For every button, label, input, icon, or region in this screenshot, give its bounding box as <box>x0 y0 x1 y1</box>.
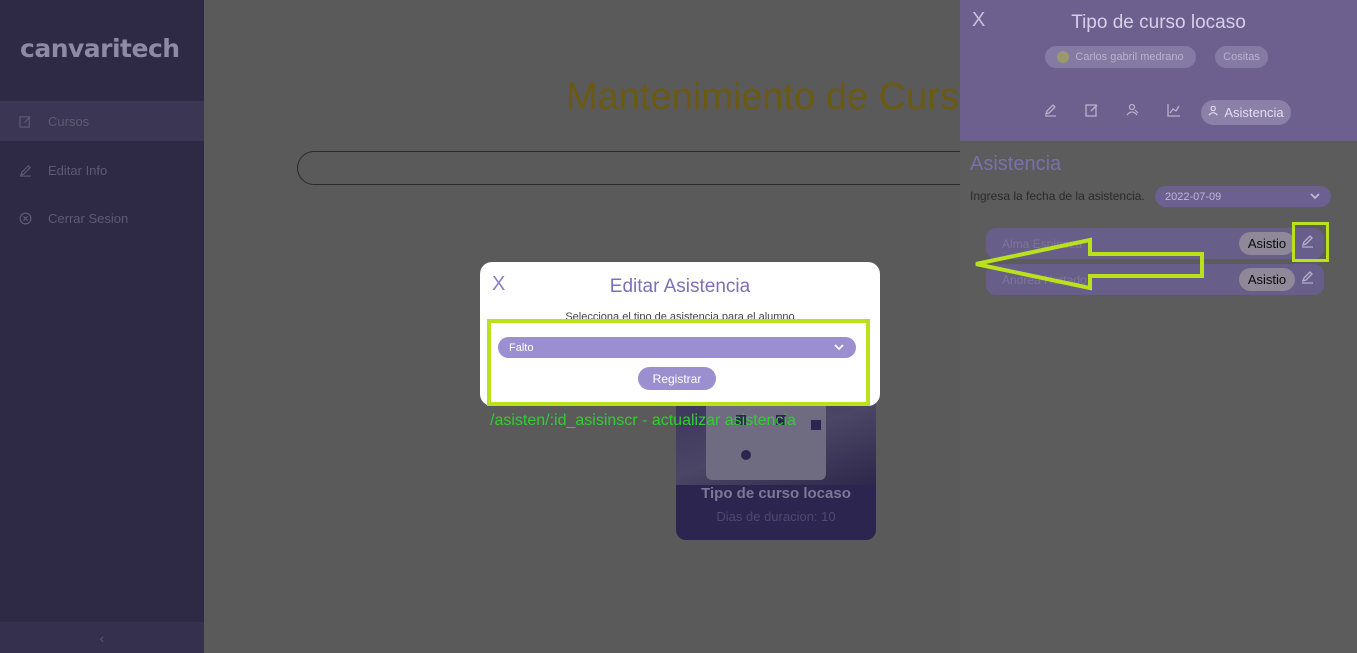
search-input[interactable] <box>297 151 1017 185</box>
pencil-icon <box>18 163 32 177</box>
chart-icon <box>1167 103 1181 122</box>
panel-title: Tipo de curso locaso <box>1071 12 1246 33</box>
sidebar-item-label: Cerrar Sesion <box>48 210 129 226</box>
chevron-down-icon <box>1309 190 1321 205</box>
sidebar-item-label: Cursos <box>48 113 90 129</box>
sidebar-item-cerrar-sesion[interactable]: Cerrar Sesion <box>0 198 204 238</box>
date-label: Ingresa la fecha de la asistencia. <box>970 189 1145 203</box>
pencil-icon <box>1044 103 1058 122</box>
course-duration: Dias de duracion: 10 <box>716 509 836 524</box>
pencil-icon <box>1301 270 1315 289</box>
users-icon <box>1126 103 1140 122</box>
tab-students[interactable] <box>1124 103 1142 121</box>
edit-icon <box>18 114 32 128</box>
highlight-box-edit-button <box>1292 222 1329 262</box>
attendance-status: Asistio <box>1239 232 1295 255</box>
edit-icon <box>1085 103 1099 122</box>
sidebar: canvaritech Cursos Editar Info Cerrar Se… <box>0 0 204 653</box>
panel-header: X Tipo de curso locaso Carlos gabril med… <box>960 0 1357 141</box>
close-circle-icon <box>18 211 32 225</box>
section-title: Asistencia <box>970 153 1062 175</box>
course-title: Tipo de curso locaso <box>701 485 851 502</box>
tab-stats[interactable] <box>1165 103 1183 121</box>
tab-notes[interactable] <box>1083 103 1101 121</box>
category-chip[interactable]: Cositas <box>1215 46 1268 68</box>
highlight-box-modal <box>487 319 870 406</box>
edit-attendance-button[interactable] <box>1300 270 1316 289</box>
avatar-icon <box>1057 51 1070 63</box>
users-icon <box>1208 105 1220 120</box>
modal-title: Editar Asistencia <box>609 276 751 297</box>
attendance-date-select[interactable]: 2022-07-09 <box>1155 186 1331 207</box>
tab-edit[interactable] <box>1042 103 1060 121</box>
tab-label: Asistencia <box>1224 105 1284 120</box>
chip-label: Cositas <box>1223 51 1260 63</box>
chip-label: Carlos gabril medrano <box>1075 51 1184 63</box>
page-title: Mantenimiento de Curs <box>566 76 959 118</box>
app-logo: canvaritech <box>20 34 180 63</box>
sidebar-item-editar-info[interactable]: Editar Info <box>0 150 204 190</box>
annotation-text: /asisten/:id_asisinscr - actualizar asis… <box>490 412 796 429</box>
date-value: 2022-07-09 <box>1165 190 1222 203</box>
sidebar-collapse-button[interactable]: ‹ <box>0 622 204 653</box>
tab-asistencia[interactable]: Asistencia <box>1201 100 1291 125</box>
sidebar-item-label: Editar Info <box>48 162 108 178</box>
course-detail-panel: X Tipo de curso locaso Carlos gabril med… <box>960 0 1357 653</box>
annotation-arrow <box>975 237 1204 291</box>
teacher-chip[interactable]: Carlos gabril medrano <box>1045 46 1196 68</box>
chevron-left-icon: ‹ <box>99 629 105 646</box>
sidebar-item-cursos[interactable]: Cursos <box>0 101 204 141</box>
attendance-status: Asistio <box>1239 268 1295 291</box>
course-image <box>676 395 876 485</box>
